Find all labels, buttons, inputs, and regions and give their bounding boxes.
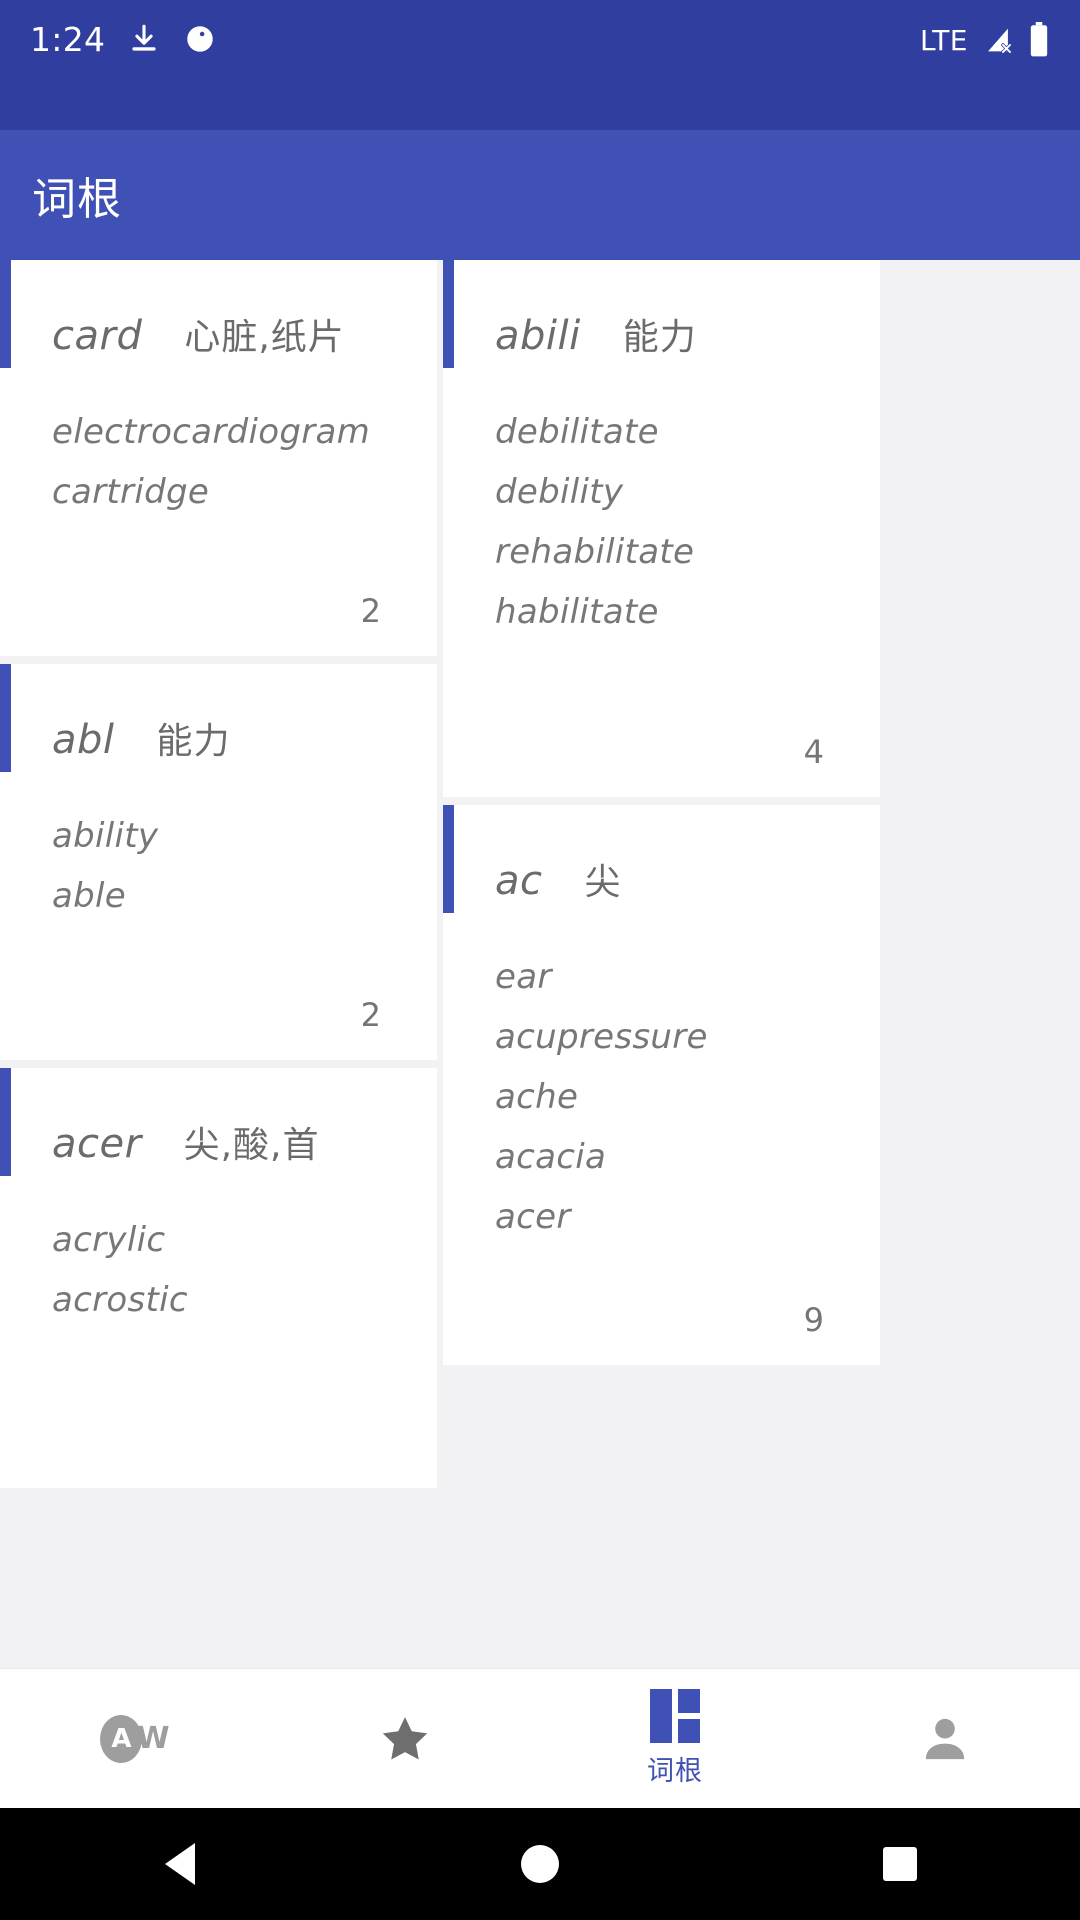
- back-triangle-icon: [165, 1843, 195, 1885]
- card-accent-bar: [0, 664, 11, 772]
- word-count-badge: 9: [803, 1301, 824, 1339]
- word-count-badge: 4: [803, 733, 824, 771]
- home-circle-icon: [521, 1845, 559, 1883]
- home-button[interactable]: [480, 1845, 600, 1883]
- aw-logo-icon: AW: [100, 1714, 170, 1763]
- network-type-label: LTE: [919, 23, 968, 57]
- back-button[interactable]: [120, 1843, 240, 1885]
- word-list: ability able: [0, 764, 437, 926]
- word-item[interactable]: ache: [495, 1067, 880, 1127]
- root-meaning: 心脏,纸片: [184, 317, 345, 358]
- status-clock: 1:24: [30, 19, 106, 59]
- star-icon: [377, 1711, 433, 1767]
- word-item[interactable]: acrylic: [52, 1210, 437, 1270]
- word-item[interactable]: debilitate: [495, 402, 880, 462]
- word-item[interactable]: acer: [495, 1187, 880, 1247]
- word-item[interactable]: debility: [495, 462, 880, 522]
- word-item[interactable]: able: [52, 866, 437, 926]
- status-bar-right: LTE: [920, 22, 1050, 58]
- root-card[interactable]: abili 能力 debilitate debility rehabilitate hab…: [443, 260, 880, 797]
- word-item[interactable]: ability: [52, 806, 437, 866]
- word-count-badge: [0, 1462, 437, 1488]
- word-item[interactable]: electrocardiogram: [52, 402, 437, 462]
- column-left: card 心脏,纸片 electrocardiogram cartridge 2 abl 能…: [0, 260, 437, 1668]
- root-card[interactable]: card 心脏,纸片 electrocardiogram cartridge 2: [0, 260, 437, 656]
- root-card[interactable]: acer 尖,酸,首 acrylic acrostic: [0, 1068, 437, 1488]
- card-accent-bar: [443, 260, 454, 368]
- root-card[interactable]: abl 能力 ability able 2: [0, 664, 437, 1060]
- recents-square-icon: [883, 1847, 917, 1881]
- card-accent-bar: [443, 805, 454, 913]
- android-navigation-bar: [0, 1808, 1080, 1920]
- nav-item-roots-label: 词根: [647, 1756, 703, 1787]
- card-accent-bar: [0, 260, 11, 368]
- moon-phase-icon: [183, 22, 217, 56]
- word-count-badge: 2: [360, 996, 381, 1034]
- root-card[interactable]: ac 尖 ear acupressure ache acacia acer 9: [443, 805, 880, 1365]
- person-icon: [917, 1711, 973, 1767]
- status-bar-left: 1:24: [30, 22, 217, 56]
- root-name: card: [52, 313, 143, 359]
- word-list: acrylic acrostic: [0, 1168, 437, 1330]
- root-name: abl: [52, 717, 115, 763]
- word-count-badge: 2: [360, 592, 381, 630]
- word-item[interactable]: rehabilitate: [495, 522, 880, 582]
- nav-item-roots[interactable]: 词根: [540, 1669, 810, 1808]
- app-root: 1:24 LTE 词根 card 心脏,纸片 electrocardiogram…: [0, 0, 1080, 1920]
- root-name: abili: [495, 313, 581, 359]
- nav-item-profile[interactable]: [810, 1669, 1080, 1808]
- word-item[interactable]: acacia: [495, 1127, 880, 1187]
- word-list: debilitate debility rehabilitate habilitate: [443, 360, 880, 642]
- root-card-header: abili 能力: [443, 260, 880, 360]
- root-meaning: 能力: [622, 317, 697, 358]
- word-list: ear acupressure ache acacia acer: [443, 905, 880, 1247]
- word-item[interactable]: acrostic: [52, 1270, 437, 1330]
- nav-item-dictionary[interactable]: AW: [0, 1669, 270, 1808]
- root-card-header: acer 尖,酸,首: [0, 1068, 437, 1168]
- word-item[interactable]: ear: [495, 947, 880, 1007]
- root-card-header: ac 尖: [443, 805, 880, 905]
- card-accent-bar: [0, 1068, 11, 1176]
- dashboard-grid-icon: [650, 1689, 700, 1743]
- nav-item-favorites[interactable]: [270, 1669, 540, 1808]
- root-card-header: abl 能力: [0, 664, 437, 764]
- app-bar: 词根: [0, 130, 1080, 260]
- root-name: acer: [52, 1121, 142, 1167]
- root-name: ac: [495, 858, 543, 904]
- root-card-header: card 心脏,纸片: [0, 260, 437, 360]
- root-meaning: 能力: [156, 721, 231, 762]
- word-item[interactable]: cartridge: [52, 462, 437, 522]
- page-title: 词根: [32, 174, 122, 225]
- battery-icon: [1028, 22, 1050, 58]
- column-right: abili 能力 debilitate debility rehabilitate hab…: [443, 260, 880, 1668]
- signal-off-icon: [981, 23, 1015, 57]
- root-meaning: 尖: [584, 862, 622, 903]
- bottom-navigation: AW 词根: [0, 1668, 1080, 1808]
- word-list: electrocardiogram cartridge: [0, 360, 437, 522]
- status-bar: 1:24 LTE: [0, 0, 1080, 130]
- recents-button[interactable]: [840, 1847, 960, 1881]
- root-card-grid[interactable]: card 心脏,纸片 electrocardiogram cartridge 2 abl 能…: [0, 260, 1080, 1668]
- root-meaning: 尖,酸,首: [183, 1125, 320, 1166]
- word-item[interactable]: habilitate: [495, 582, 880, 642]
- word-item[interactable]: acupressure: [495, 1007, 880, 1067]
- download-icon: [127, 22, 161, 56]
